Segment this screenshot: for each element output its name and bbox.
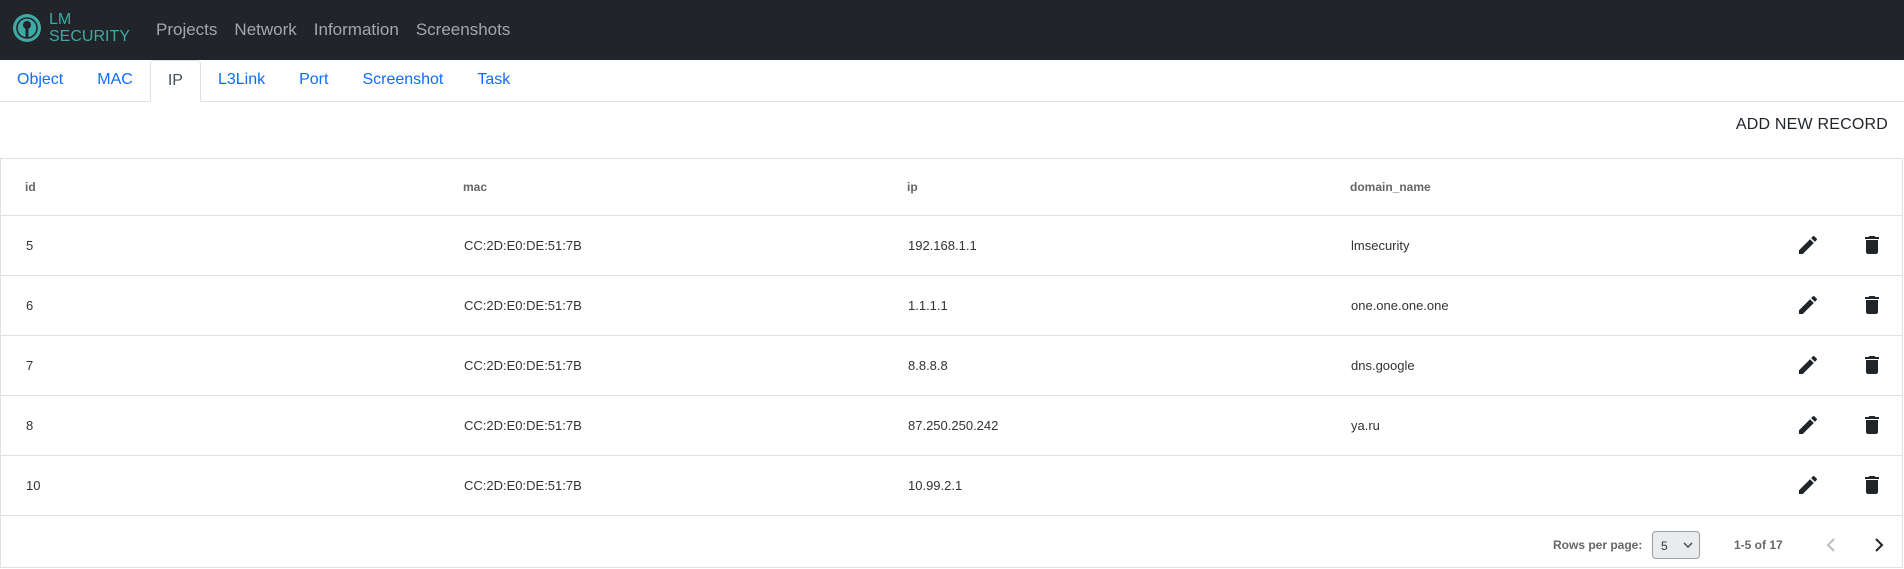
brand-icon	[13, 14, 41, 42]
cell-mac: CC:2D:E0:DE:51:7B	[464, 357, 582, 373]
tab-bar: Object MAC IP L3Link Port Screenshot Tas…	[0, 60, 1904, 102]
table-row: 5 CC:2D:E0:DE:51:7B 192.168.1.1 lmsecuri…	[1, 215, 1902, 276]
cell-mac: CC:2D:E0:DE:51:7B	[464, 477, 582, 493]
cell-ip: 192.168.1.1	[908, 237, 977, 253]
tab-task[interactable]: Task	[460, 60, 527, 100]
table-header: id mac ip domain_name	[1, 159, 1902, 216]
add-new-record-button[interactable]: ADD NEW RECORD	[1736, 116, 1888, 134]
nav-screenshots[interactable]: Screenshots	[416, 20, 511, 40]
cell-ip: 8.8.8.8	[908, 357, 948, 373]
pencil-icon[interactable]	[1796, 293, 1820, 317]
cell-id: 8	[26, 417, 34, 433]
cell-mac: CC:2D:E0:DE:51:7B	[464, 237, 582, 253]
nav-information[interactable]: Information	[314, 20, 399, 40]
cell-id: 10	[26, 477, 41, 493]
cell-mac: CC:2D:E0:DE:51:7B	[464, 297, 582, 313]
cell-id: 7	[26, 357, 34, 373]
tab-object[interactable]: Object	[0, 60, 80, 100]
cell-ip: 1.1.1.1	[908, 297, 948, 313]
column-header-domain-name[interactable]: domain_name	[1350, 159, 1431, 215]
rows-per-page-value: 5	[1661, 539, 1668, 553]
cell-domain-name: ya.ru	[1351, 417, 1380, 433]
cell-ip: 87.250.250.242	[908, 417, 999, 433]
trash-icon[interactable]	[1860, 353, 1884, 377]
nav-links: Projects Network Information Screenshots	[156, 0, 527, 60]
pencil-icon[interactable]	[1796, 473, 1820, 497]
trash-icon[interactable]	[1860, 293, 1884, 317]
nav-projects[interactable]: Projects	[156, 20, 217, 40]
cell-ip: 10.99.2.1	[908, 477, 963, 493]
brand-line1: LM	[49, 11, 72, 28]
table-row: 6 CC:2D:E0:DE:51:7B 1.1.1.1 one.one.one.…	[1, 275, 1902, 336]
trash-icon[interactable]	[1860, 473, 1884, 497]
column-header-mac[interactable]: mac	[463, 159, 487, 215]
table-row: 8 CC:2D:E0:DE:51:7B 87.250.250.242 ya.ru	[1, 395, 1902, 456]
cell-mac: CC:2D:E0:DE:51:7B	[464, 417, 582, 433]
cell-domain-name: one.one.one.one	[1351, 297, 1449, 313]
top-navbar: LM SECURITY Projects Network Information…	[0, 0, 1904, 60]
pencil-icon[interactable]	[1796, 233, 1820, 257]
tab-mac[interactable]: MAC	[80, 60, 150, 100]
trash-icon[interactable]	[1860, 413, 1884, 437]
cell-domain-name: lmsecurity	[1351, 237, 1410, 253]
tab-ip[interactable]: IP	[149, 60, 201, 102]
brand-logo[interactable]: LM SECURITY	[12, 11, 130, 45]
trash-icon[interactable]	[1860, 233, 1884, 257]
table-row: 7 CC:2D:E0:DE:51:7B 8.8.8.8 dns.google	[1, 335, 1902, 396]
column-header-id[interactable]: id	[25, 159, 36, 215]
pagination: Rows per page: 5 1-5 of 17	[1, 521, 1902, 569]
cell-id: 6	[26, 297, 34, 313]
brand-text: LM SECURITY	[49, 11, 130, 45]
pagination-range: 1-5 of 17	[1734, 538, 1783, 552]
chevron-down-icon	[1683, 542, 1693, 548]
pencil-icon[interactable]	[1796, 353, 1820, 377]
tab-screenshot[interactable]: Screenshot	[345, 60, 460, 100]
cell-id: 5	[26, 237, 34, 253]
chevron-right-icon[interactable]	[1867, 533, 1891, 557]
pencil-icon[interactable]	[1796, 413, 1820, 437]
tab-port[interactable]: Port	[282, 60, 345, 100]
data-table: id mac ip domain_name 5 CC:2D:E0:DE:51:7…	[0, 158, 1903, 568]
rows-per-page-select[interactable]: 5	[1652, 531, 1700, 559]
column-header-ip[interactable]: ip	[907, 159, 918, 215]
tab-l3link[interactable]: L3Link	[201, 60, 282, 100]
table-row: 10 CC:2D:E0:DE:51:7B 10.99.2.1	[1, 455, 1902, 516]
cell-domain-name: dns.google	[1351, 357, 1415, 373]
nav-network[interactable]: Network	[234, 20, 296, 40]
rows-per-page-label: Rows per page:	[1553, 538, 1643, 552]
brand-line2: SECURITY	[49, 28, 130, 45]
chevron-left-icon[interactable]	[1819, 533, 1843, 557]
